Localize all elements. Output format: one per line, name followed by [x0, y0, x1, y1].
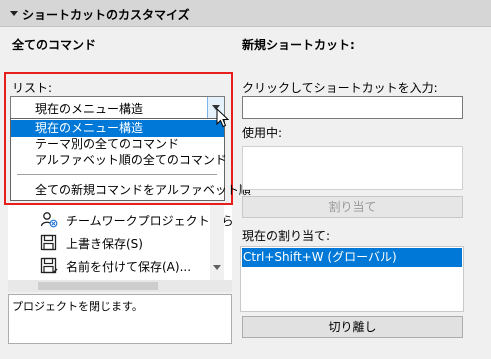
list-item[interactable]: 上書き保存(S): [8, 232, 232, 253]
save-as-icon: [40, 257, 58, 274]
command-label: 上書き保存(S): [66, 237, 143, 251]
command-list[interactable]: チームワークプロジェクトから退出 上書き保存(S) 名前を付けて保存(A)...: [8, 200, 232, 280]
dropdown-option-current-menu[interactable]: 現在のメニュー構造: [11, 120, 224, 137]
all-commands-heading: 全てのコマンド: [12, 38, 97, 52]
dropdown-separator: [17, 174, 217, 175]
teamwork-leave-icon: [40, 212, 58, 228]
mouse-cursor-icon: [216, 108, 230, 128]
dropdown-option-alphabetical[interactable]: アルファベット順の全てのコマンド: [11, 152, 227, 169]
section-header[interactable]: ショートカットのカスタマイズ: [0, 0, 491, 27]
in-use-label: 使用中:: [242, 126, 283, 140]
list-item[interactable]: 名前を付けて保存(A)...: [8, 255, 232, 276]
save-icon: [40, 234, 57, 251]
shortcut-input-label: クリックしてショートカットを入力:: [242, 81, 438, 95]
list-item[interactable]: チームワークプロジェクトから退出: [8, 209, 232, 230]
collapse-triangle-icon[interactable]: [10, 11, 18, 16]
assignment-row-selected[interactable]: Ctrl+Shift+W (グローバル): [242, 248, 462, 267]
command-description-box: プロジェクトを閉じます。: [8, 294, 232, 344]
command-label: 名前を付けて保存(A)...: [66, 260, 192, 274]
detach-button[interactable]: 切り離し: [242, 316, 463, 338]
command-description: プロジェクトを閉じます。: [12, 300, 143, 313]
current-assignments-label: 現在の割り当て:: [242, 229, 331, 243]
dropdown-option-new-commands[interactable]: 全ての新規コマンドをアルファベット順: [11, 182, 251, 199]
list-select[interactable]: 現在のメニュー構造: [10, 96, 225, 119]
section-title: ショートカットのカスタマイズ: [22, 8, 190, 22]
in-use-box: [242, 146, 463, 190]
dropdown-option-by-theme[interactable]: テーマ別の全てのコマンド: [11, 136, 224, 153]
list-label: リスト:: [12, 81, 53, 95]
scroll-down-arrow-icon[interactable]: [213, 265, 221, 270]
command-list-horizontal-scrollbar[interactable]: [8, 280, 232, 292]
scrollbar-thumb[interactable]: [38, 282, 158, 290]
shortcut-input[interactable]: [242, 96, 463, 119]
list-select-value: 現在のメニュー構造: [35, 102, 144, 116]
list-dropdown-menu[interactable]: 現在のメニュー構造 テーマ別の全てのコマンド アルファベット順の全てのコマンド …: [10, 118, 251, 201]
assign-button[interactable]: 割り当て: [242, 196, 463, 218]
new-shortcut-heading: 新規ショートカット:: [242, 38, 355, 52]
command-list-scrollbar[interactable]: [210, 200, 224, 280]
command-label: チームワークプロジェクトから退出: [66, 214, 232, 228]
